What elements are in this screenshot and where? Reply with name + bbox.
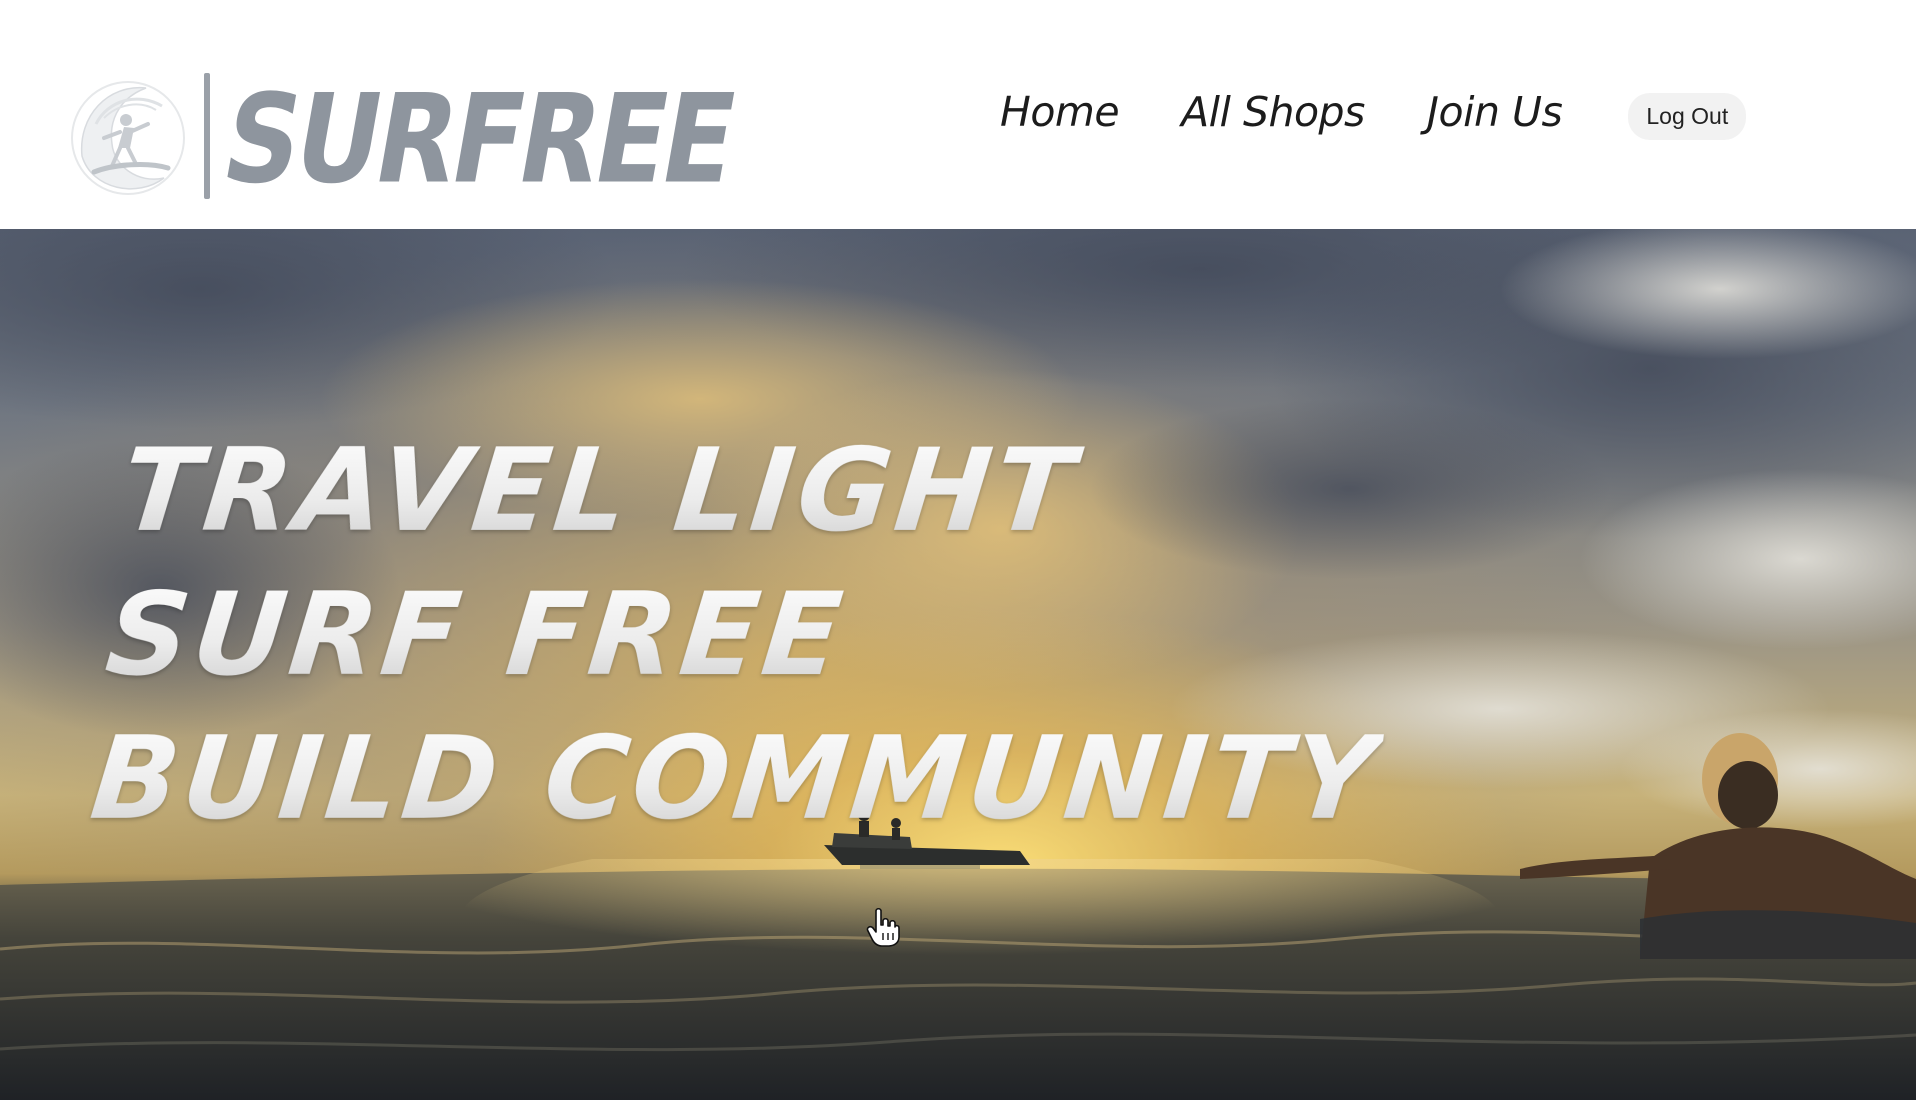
nav-join-us-link[interactable]: Join Us <box>1427 88 1563 136</box>
surfer-silhouette <box>1520 733 1916 959</box>
brand-logo[interactable]: SURFREE <box>68 62 743 211</box>
hero-headline: TRAVEL LIGHT SURF FREE BUILD COMMUNITY <box>85 419 1417 851</box>
headline-line-3: BUILD COMMUNITY <box>85 707 1387 851</box>
logo-divider <box>204 73 210 199</box>
headline-line-1: TRAVEL LIGHT <box>115 419 1417 563</box>
nav-all-shops-link[interactable]: All Shops <box>1181 88 1365 136</box>
site-header: SURFREE Home All Shops Join Us Log Out <box>0 0 1916 229</box>
logout-button[interactable]: Log Out <box>1628 92 1747 140</box>
surfree-homepage: SURFREE Home All Shops Join Us Log Out T… <box>0 0 1916 1100</box>
brand-wordmark: SURFREE <box>213 67 744 211</box>
hero-video-section: TRAVEL LIGHT SURF FREE BUILD COMMUNITY <box>0 229 1916 1100</box>
nav-home-link[interactable]: Home <box>1000 88 1120 136</box>
main-nav: Home All Shops Join Us Log Out <box>1000 80 1747 144</box>
surfer-wave-icon <box>71 81 185 195</box>
headline-line-2: SURF FREE <box>100 563 1402 707</box>
